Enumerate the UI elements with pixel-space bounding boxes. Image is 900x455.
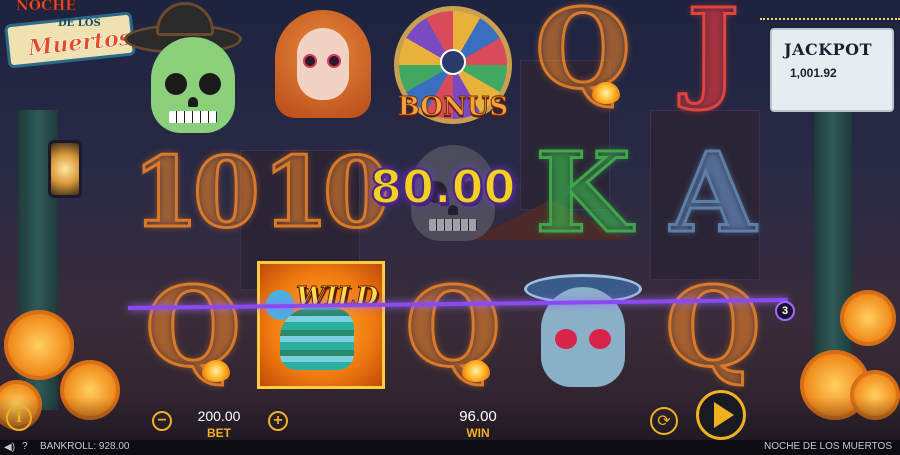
symbol-letter: A — [669, 128, 757, 257]
symbol-wild: WILD — [256, 260, 386, 390]
symbol-catrina-lady — [258, 0, 388, 130]
jackpot-value: 1,001.92 — [790, 66, 837, 80]
symbol-q: Q — [388, 262, 518, 392]
sombrero-top — [156, 2, 214, 36]
symbol-q: Q — [648, 262, 778, 392]
symbol-letter: 10 — [131, 136, 262, 249]
info-button[interactable]: i — [6, 405, 32, 431]
right-pillar — [770, 60, 900, 455]
left-pillar — [0, 60, 130, 455]
flame-icon — [592, 82, 620, 104]
game-name-text: NOCHE DE LOS MUERTOS — [764, 441, 892, 452]
spin-button[interactable] — [696, 390, 746, 440]
logo-line-1: NOCHE — [16, 0, 77, 14]
win-label: WIN — [466, 426, 490, 440]
symbol-j: J — [648, 0, 778, 114]
symbol-letter: J — [685, 0, 740, 113]
jackpot-panel: JACKPOT 1,001.92 — [770, 28, 894, 112]
symbol-k: K — [518, 128, 648, 258]
wild-tile: WILD — [257, 261, 385, 389]
marigold-icon — [840, 290, 896, 346]
bonus-label: BONUS — [397, 92, 509, 123]
symbol-bonus: BONUS — [388, 0, 518, 130]
symbol-ten: 10 — [128, 128, 262, 258]
jackpot-title: JACKPOT — [784, 40, 872, 59]
decrease-bet-button[interactable]: − — [152, 411, 172, 431]
lantern-icon — [48, 140, 82, 198]
bet-value: 200.00 — [197, 408, 241, 424]
win-value: 96.00 — [459, 408, 497, 425]
flame-icon — [462, 360, 490, 382]
string-lights — [760, 0, 900, 20]
bet-label: BET — [207, 426, 231, 440]
refresh-icon: ⟳ — [657, 413, 671, 430]
symbol-letter: K — [534, 128, 633, 257]
symbol-sugar-skull — [518, 262, 648, 392]
pinata-icon — [280, 308, 354, 370]
game-stage: NOCHE DE LOS Muertos JACKPOT 1,001.92 BO… — [0, 0, 900, 455]
flame-icon — [202, 360, 230, 382]
symbol-q: Q — [128, 262, 258, 392]
symbol-a: A — [648, 128, 778, 258]
symbol-q: Q — [518, 0, 648, 114]
help-button[interactable]: ? — [22, 441, 28, 452]
catrina-icon — [275, 10, 371, 120]
bankroll-text: BANKROLL: 928.00 — [40, 441, 130, 452]
speaker-icon[interactable]: ◀) — [4, 442, 16, 453]
payline-number-badge: 3 — [775, 301, 795, 321]
play-icon — [713, 402, 734, 428]
symbol-sombrero-skull — [124, 0, 258, 133]
increase-bet-button[interactable]: + — [268, 411, 288, 431]
game-logo: NOCHE DE LOS Muertos — [4, 0, 136, 69]
controls-bar: i − 200.00 BET + 96.00 WIN ⟳ — [0, 390, 900, 440]
win-amount-popup: 80.00 — [369, 159, 517, 215]
symbol-letter: 10 — [261, 136, 392, 249]
symbol-ten: 10 — [258, 128, 392, 258]
skull-icon — [151, 37, 235, 133]
status-bar: ◀) ? BANKROLL: 928.00 NOCHE DE LOS MUERT… — [0, 440, 900, 455]
symbol-letter: Q — [664, 262, 763, 391]
autoplay-button[interactable]: ⟳ — [650, 407, 678, 435]
marigold-icon — [4, 310, 74, 380]
